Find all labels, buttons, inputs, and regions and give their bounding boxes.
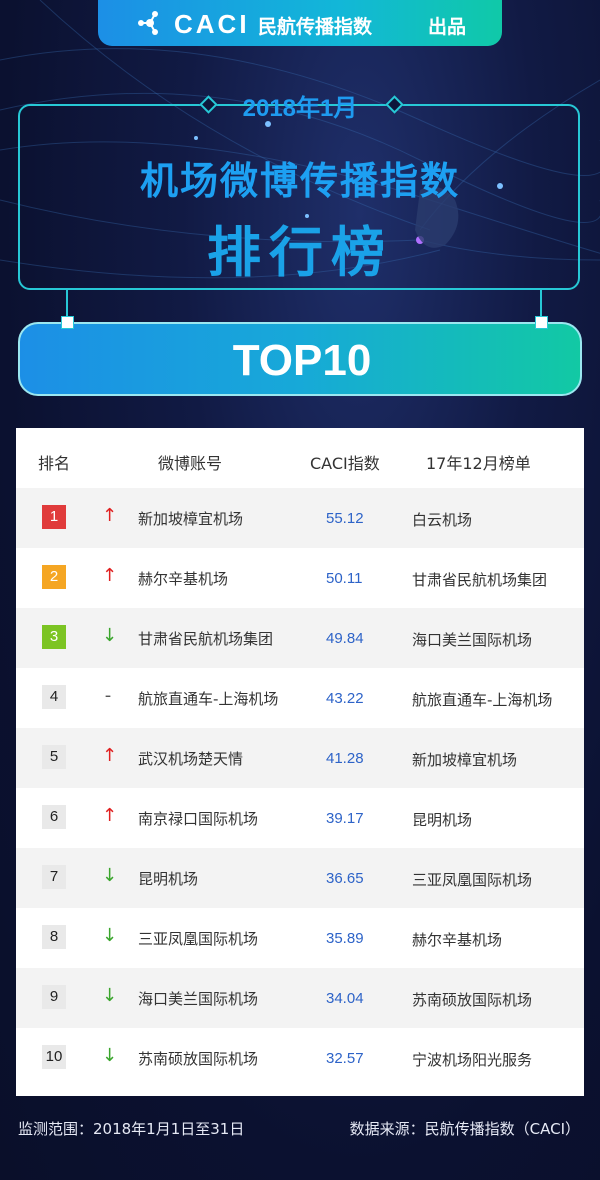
- weibo-account: 赫尔辛基机场: [138, 570, 229, 588]
- previous-ranking-account: 昆明机场: [412, 811, 473, 829]
- rank-badge: 1: [42, 505, 66, 529]
- arrow-up-icon: ↑: [102, 505, 118, 526]
- brand-logo-text: CACI: [174, 9, 250, 39]
- arrow-down-icon: ↓: [102, 625, 118, 646]
- previous-ranking-account: 甘肃省民航机场集团: [412, 571, 548, 589]
- rank-badge: 10: [42, 1045, 66, 1069]
- arrow-up-icon: ↑: [102, 565, 118, 586]
- connector-right-square: [535, 316, 548, 329]
- caci-index-value: 39.17: [326, 810, 364, 827]
- arrow-down-icon: ↓: [102, 985, 118, 1006]
- caci-index-value: 36.65: [326, 870, 364, 887]
- header-rank: 排名: [38, 454, 71, 473]
- caci-index-value: 49.84: [326, 630, 364, 647]
- weibo-account: 新加坡樟宜机场: [138, 510, 244, 528]
- weibo-account: 海口美兰国际机场: [138, 990, 259, 1008]
- table-row: 10 ↓ 苏南硕放国际机场 32.57 宁波机场阳光服务: [16, 1028, 584, 1088]
- weibo-account: 航旅直通车-上海机场: [138, 690, 279, 708]
- rank-badge: 2: [42, 565, 66, 589]
- caci-index-value: 34.04: [326, 990, 364, 1007]
- page-subtitle: 排行榜: [207, 221, 393, 284]
- weibo-account: 苏南硕放国际机场: [138, 1050, 259, 1068]
- caci-logo-icon: [138, 11, 158, 35]
- page-title: 机场微博传播指数: [139, 159, 460, 203]
- table-row: 1 ↑ 新加坡樟宜机场 55.12 白云机场: [16, 488, 584, 548]
- previous-ranking-account: 航旅直通车-上海机场: [412, 691, 553, 709]
- weibo-account: 武汉机场楚天情: [138, 750, 244, 768]
- arrow-down-icon: ↓: [102, 925, 118, 946]
- caci-index-value: 50.11: [326, 570, 363, 587]
- connector-left-square: [61, 316, 74, 329]
- previous-ranking-account: 赫尔辛基机场: [412, 931, 503, 949]
- caci-index-value: 32.57: [326, 1050, 364, 1067]
- report-date: 2018年1月: [242, 95, 358, 122]
- weibo-account: 南京禄口国际机场: [138, 810, 259, 828]
- header-index: CACI指数: [310, 454, 380, 473]
- rank-badge: 9: [42, 985, 66, 1009]
- rank-badge: 5: [42, 745, 66, 769]
- table-header: 排名 微博账号 CACI指数 17年12月榜单: [16, 428, 584, 488]
- previous-ranking-account: 海口美兰国际机场: [412, 631, 533, 649]
- header-prev-rank: 17年12月榜单: [426, 454, 531, 473]
- table-row: 5 ↑ 武汉机场楚天情 41.28 新加坡樟宜机场: [16, 728, 584, 788]
- arrow-up-icon: ↑: [102, 745, 118, 766]
- table-row: 9 ↓ 海口美兰国际机场 34.04 苏南硕放国际机场: [16, 968, 584, 1028]
- rank-badge: 3: [42, 625, 66, 649]
- previous-ranking-account: 苏南硕放国际机场: [412, 991, 533, 1009]
- caci-index-value: 35.89: [326, 930, 364, 947]
- top10-banner: TOP10: [18, 322, 582, 396]
- header-account: 微博账号: [158, 454, 223, 473]
- previous-ranking-account: 白云机场: [412, 511, 473, 529]
- footer: 监测范围：2018年1月1日至31日 数据来源：民航传播指数（CACI）: [0, 1118, 600, 1142]
- table-row: 2 ↑ 赫尔辛基机场 50.11 甘肃省民航机场集团: [16, 548, 584, 608]
- dash-icon: -: [104, 685, 112, 706]
- rank-badge: 6: [42, 805, 66, 829]
- produced-label: 出品: [428, 16, 467, 38]
- arrow-down-icon: ↓: [102, 865, 118, 886]
- rank-badge: 7: [42, 865, 66, 889]
- weibo-account: 三亚凤凰国际机场: [138, 930, 259, 948]
- table-row: 3 ↓ 甘肃省民航机场集团 49.84 海口美兰国际机场: [16, 608, 584, 668]
- weibo-account: 昆明机场: [138, 870, 199, 888]
- caci-index-value: 55.12: [326, 510, 364, 527]
- rank-badge: 4: [42, 685, 66, 709]
- rank-badge: 8: [42, 925, 66, 949]
- caci-index-value: 41.28: [326, 750, 364, 767]
- caci-index-value: 43.22: [326, 690, 364, 707]
- ranking-table: 排名 微博账号 CACI指数 17年12月榜单 1 ↑ 新加坡樟宜机场 55.12 白云…: [16, 428, 584, 1096]
- previous-ranking-account: 新加坡樟宜机场: [412, 751, 518, 769]
- weibo-account: 甘肃省民航机场集团: [138, 630, 274, 648]
- arrow-down-icon: ↓: [102, 1045, 118, 1066]
- banner-text: TOP10: [232, 336, 372, 385]
- table-row: 8 ↓ 三亚凤凰国际机场 35.89 赫尔辛基机场: [16, 908, 584, 968]
- previous-ranking-account: 三亚凤凰国际机场: [412, 871, 533, 889]
- table-row: 4 - 航旅直通车-上海机场 43.22 航旅直通车-上海机场: [16, 668, 584, 728]
- brand-name: 民航传播指数: [258, 16, 373, 38]
- brand-bar: CACI 民航传播指数 出品: [98, 0, 502, 46]
- data-source: 数据来源：民航传播指数（CACI）: [349, 1120, 580, 1138]
- monitoring-range: 监测范围：2018年1月1日至31日: [18, 1120, 245, 1138]
- table-row: 6 ↑ 南京禄口国际机场 39.17 昆明机场: [16, 788, 584, 848]
- table-row: 7 ↓ 昆明机场 36.65 三亚凤凰国际机场: [16, 848, 584, 908]
- arrow-up-icon: ↑: [102, 805, 118, 826]
- previous-ranking-account: 宁波机场阳光服务: [412, 1051, 533, 1069]
